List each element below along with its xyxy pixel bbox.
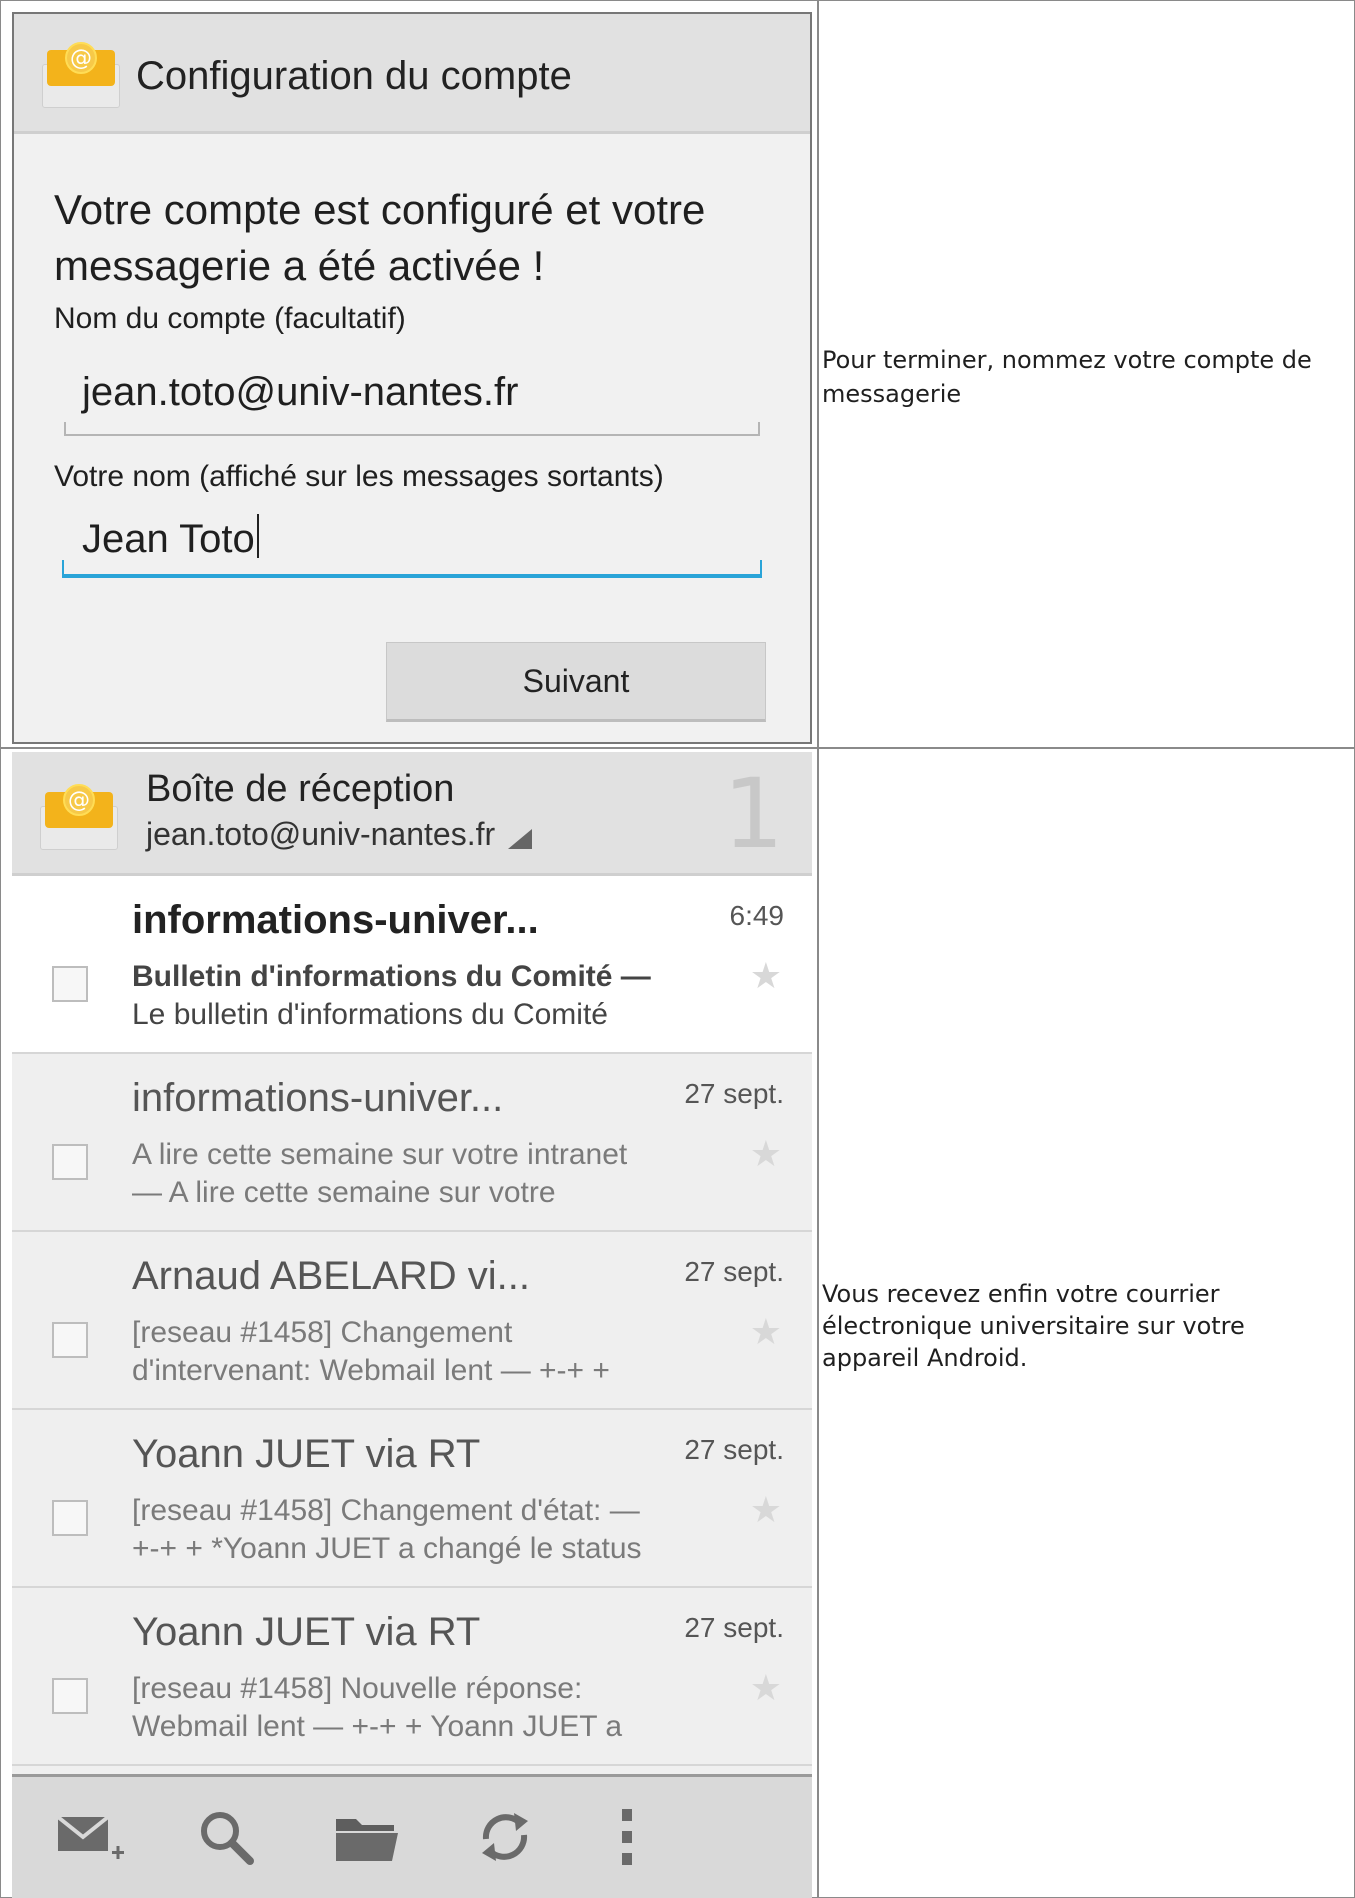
message-checkbox[interactable]	[52, 1144, 88, 1180]
message-sender: informations-univer...	[132, 898, 539, 942]
dropdown-triangle-icon	[508, 829, 533, 849]
message-snippet: +-+ + *Yoann JUET a changé le status	[132, 1532, 642, 1565]
inbox-account: jean.toto@univ-nantes.fr	[146, 816, 496, 852]
account-selector[interactable]: jean.toto@univ-nantes.fr	[146, 816, 534, 853]
overflow-menu-icon[interactable]	[592, 1805, 662, 1869]
caption-step2-line1: Vous recevez enfin votre courrier	[822, 1280, 1220, 1308]
message-row[interactable]: Yoann JUET via RT 27 sept. [reseau #1458…	[12, 1588, 812, 1766]
table-row-divider	[0, 747, 1355, 749]
your-name-label: Votre nom (affiché sur les messages sort…	[54, 460, 664, 493]
setup-action-bar: @ Configuration du compte	[14, 14, 810, 134]
your-name-underline	[62, 574, 762, 578]
table-column-divider	[817, 0, 819, 1898]
message-subject: [reseau #1458] Changement d'état: —	[132, 1494, 640, 1527]
message-subject: Bulletin d'informations du Comité —	[132, 960, 651, 993]
inbox-screenshot: @ Boîte de réception jean.toto@univ-nant…	[12, 752, 812, 1898]
your-name-field[interactable]: Jean Toto	[82, 514, 259, 562]
star-icon[interactable]: ★	[750, 956, 782, 997]
message-snippet: Webmail lent — +-+ + Yoann JUET a	[132, 1710, 623, 1743]
refresh-icon[interactable]	[470, 1805, 540, 1869]
star-icon[interactable]: ★	[750, 1490, 782, 1531]
inbox-action-bar: @ Boîte de réception jean.toto@univ-nant…	[12, 752, 812, 876]
email-app-icon: @	[40, 784, 118, 850]
star-icon[interactable]: ★	[750, 1668, 782, 1709]
message-date: 6:49	[729, 900, 785, 931]
unread-count: 1	[722, 758, 784, 870]
message-checkbox[interactable]	[52, 1678, 88, 1714]
message-subject: A lire cette semaine sur votre intranet	[132, 1138, 628, 1171]
search-icon[interactable]	[192, 1805, 262, 1869]
account-name-label: Nom du compte (facultatif)	[54, 302, 406, 335]
account-name-underline	[64, 434, 760, 436]
text-cursor	[256, 514, 259, 558]
message-snippet: Le bulletin d'informations du Comité	[132, 998, 608, 1031]
setup-success-heading: Votre compte est configuré et votre mess…	[54, 186, 706, 289]
caption-step1-line1: Pour terminer, nommez votre compte de	[822, 346, 1312, 374]
message-sender: Yoann JUET via RT	[132, 1432, 481, 1476]
message-row[interactable]: Arnaud ABELARD vi... 27 sept. [reseau #1…	[12, 1232, 812, 1410]
email-app-icon: @	[42, 42, 120, 108]
message-date: 27 sept.	[684, 1612, 784, 1643]
caption-step1-line2: messagerie	[822, 380, 962, 408]
message-checkbox[interactable]	[52, 1500, 88, 1536]
your-name-value: Jean Toto	[82, 517, 255, 561]
next-button[interactable]: Suivant	[386, 642, 766, 722]
message-snippet: — A lire cette semaine sur votre	[132, 1176, 556, 1209]
inbox-title: Boîte de réception	[146, 768, 455, 810]
message-checkbox[interactable]	[52, 1322, 88, 1358]
message-subject: [reseau #1458] Nouvelle réponse:	[132, 1672, 583, 1705]
caption-step2-line2: électronique universitaire sur votre	[822, 1312, 1245, 1340]
message-date: 27 sept.	[684, 1256, 784, 1287]
message-sender: Arnaud ABELARD vi...	[132, 1254, 530, 1298]
message-subject: [reseau #1458] Changement	[132, 1316, 513, 1349]
message-date: 27 sept.	[684, 1078, 784, 1109]
message-checkbox[interactable]	[52, 966, 88, 1002]
message-row[interactable]: Yoann JUET via RT 27 sept. [reseau #1458…	[12, 1410, 812, 1588]
message-row[interactable]: informations-univer... 6:49 Bulletin d'i…	[12, 876, 812, 1054]
star-icon[interactable]: ★	[750, 1312, 782, 1353]
message-sender: informations-univer...	[132, 1076, 504, 1120]
message-sender: Yoann JUET via RT	[132, 1610, 481, 1654]
bottom-action-bar	[12, 1774, 812, 1898]
account-name-field[interactable]: jean.toto@univ-nantes.fr	[82, 370, 518, 415]
message-date: 27 sept.	[684, 1434, 784, 1465]
setup-title: Configuration du compte	[136, 54, 572, 98]
folder-icon[interactable]	[332, 1805, 402, 1869]
compose-icon[interactable]	[56, 1805, 126, 1869]
message-row[interactable]: informations-univer... 27 sept. A lire c…	[12, 1054, 812, 1232]
message-snippet: d'intervenant: Webmail lent — +-+ +	[132, 1354, 610, 1387]
caption-step2-line3: appareil Android.	[822, 1344, 1028, 1372]
account-setup-screenshot: @ Configuration du compte Votre compte e…	[12, 12, 812, 744]
star-icon[interactable]: ★	[750, 1134, 782, 1175]
